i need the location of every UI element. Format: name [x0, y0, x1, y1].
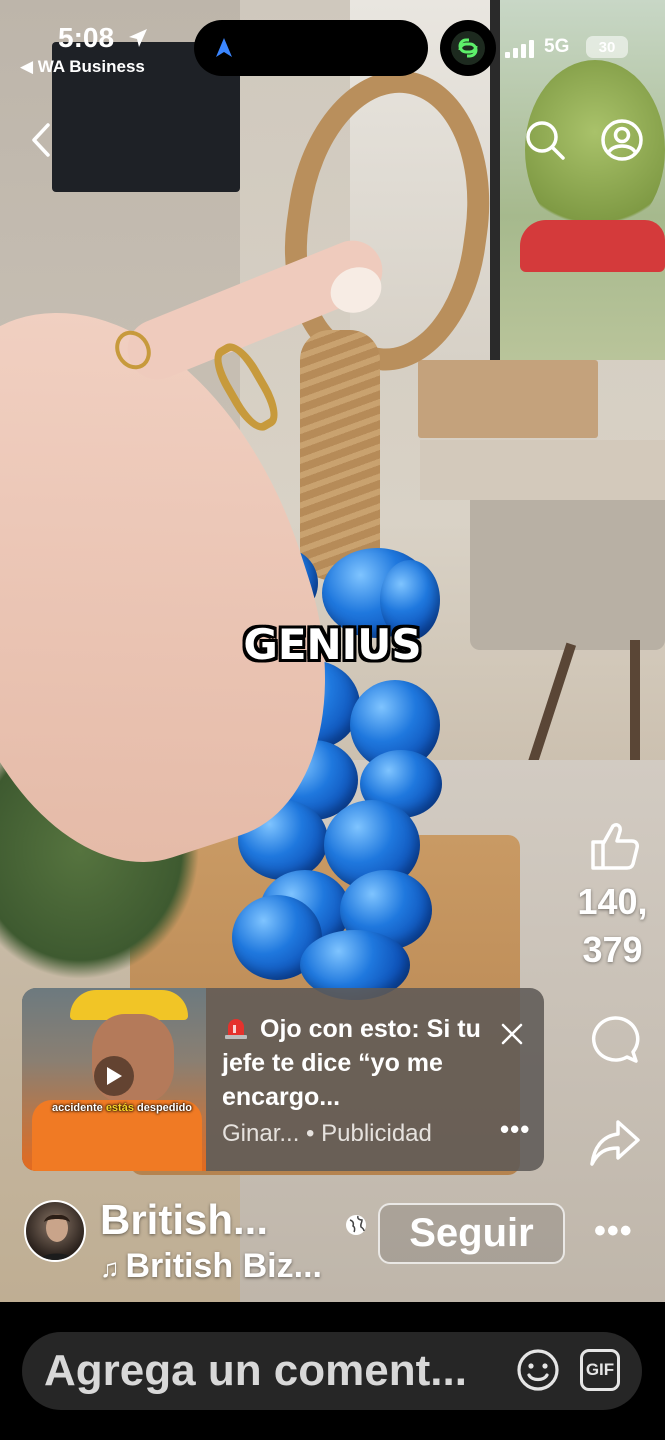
signal-strength-icon [505, 38, 534, 58]
audio-track-name: British Biz... [125, 1247, 322, 1285]
author-avatar[interactable] [24, 1200, 86, 1262]
comment-button[interactable] [585, 1012, 645, 1068]
profile-icon [601, 119, 643, 161]
comment-bubble-icon [591, 1016, 640, 1063]
thumbs-up-icon [591, 823, 639, 870]
location-arrow-icon [129, 29, 147, 47]
video-overlay-text: GENIUS [243, 620, 422, 669]
navigation-icon [216, 38, 232, 57]
network-type: 5G [544, 36, 570, 57]
music-note-icon: ♫ [100, 1253, 120, 1283]
ad-meta: Ginar... • Publicidad [222, 1120, 432, 1148]
video-background [418, 360, 598, 438]
video-background [520, 220, 665, 272]
battery-indicator: 30 [586, 36, 628, 58]
share-button[interactable] [585, 1115, 645, 1171]
ad-advertiser[interactable]: Ginar... [222, 1120, 299, 1147]
status-time: 5:08 [58, 22, 115, 53]
emoji-icon[interactable] [516, 1348, 560, 1392]
ad-caption-suffix: despedido [133, 1102, 193, 1114]
like-button[interactable] [585, 818, 645, 874]
threads-app-icon [440, 20, 496, 76]
gif-button[interactable]: GIF [580, 1349, 620, 1391]
more-options-button[interactable]: ••• [594, 1212, 633, 1251]
back-button[interactable] [16, 115, 66, 165]
ad-more-options-button[interactable]: ••• [500, 1114, 530, 1145]
comment-box[interactable]: GIF [22, 1332, 642, 1410]
audio-track[interactable]: ♫ British Biz... [100, 1247, 322, 1286]
comment-input[interactable] [44, 1332, 504, 1410]
author-name[interactable]: British... [100, 1196, 268, 1244]
search-icon [526, 121, 565, 160]
follow-button[interactable]: Seguir [378, 1203, 565, 1264]
profile-button[interactable] [597, 115, 647, 165]
share-arrow-icon [590, 1120, 640, 1166]
ad-headline[interactable]: Ojo con esto: Si tu jefe te dice “yo me … [222, 1012, 492, 1114]
like-count: 140, 379 [577, 881, 648, 970]
close-icon[interactable] [498, 1020, 526, 1048]
sponsored-label: • Publicidad [306, 1120, 432, 1147]
ad-thumbnail[interactable]: accidente estás despedido [22, 988, 206, 1171]
ad-caption-highlight: estás [105, 1102, 134, 1114]
rope-stem [300, 330, 380, 580]
search-button[interactable] [520, 115, 570, 165]
globe-icon [346, 1215, 366, 1235]
play-icon[interactable] [94, 1056, 134, 1096]
status-bar: 5:08 ◀ WA Business 5G 30 [0, 0, 665, 90]
siren-icon [225, 1019, 247, 1039]
video-background [420, 440, 665, 500]
chevron-left-icon [32, 123, 50, 157]
ad-thumbnail-caption: accidente estás despedido [52, 1102, 192, 1114]
ad-caption-prefix: accidente [52, 1102, 106, 1114]
ad-headline-text: Ojo con esto: Si tu jefe te dice “yo me … [222, 1015, 481, 1111]
sponsored-ad-card[interactable]: accidente estás despedido Ojo con esto: … [22, 988, 544, 1171]
back-to-app-link[interactable]: ◀ WA Business [20, 57, 145, 77]
comment-bar: GIF [0, 1302, 665, 1440]
